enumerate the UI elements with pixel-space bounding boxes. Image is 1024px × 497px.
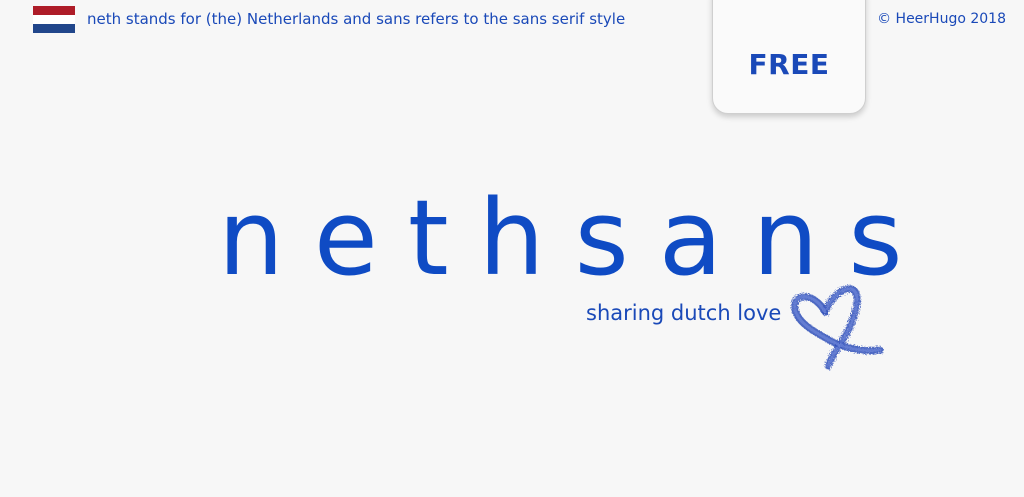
flag-white-stripe: [33, 15, 75, 24]
flag-blue-stripe: [33, 24, 75, 33]
free-badge-label: FREE: [748, 48, 830, 81]
netherlands-flag-icon: [33, 6, 75, 33]
font-subtitle: sharing dutch love: [586, 301, 782, 325]
tagline: neth stands for (the) Netherlands and sa…: [87, 10, 626, 28]
free-badge[interactable]: FREE: [712, 0, 866, 114]
flag-red-stripe: [33, 6, 75, 15]
copyright-notice: © HeerHugo 2018: [877, 11, 1006, 27]
heart-ribbon-icon: [791, 285, 884, 370]
